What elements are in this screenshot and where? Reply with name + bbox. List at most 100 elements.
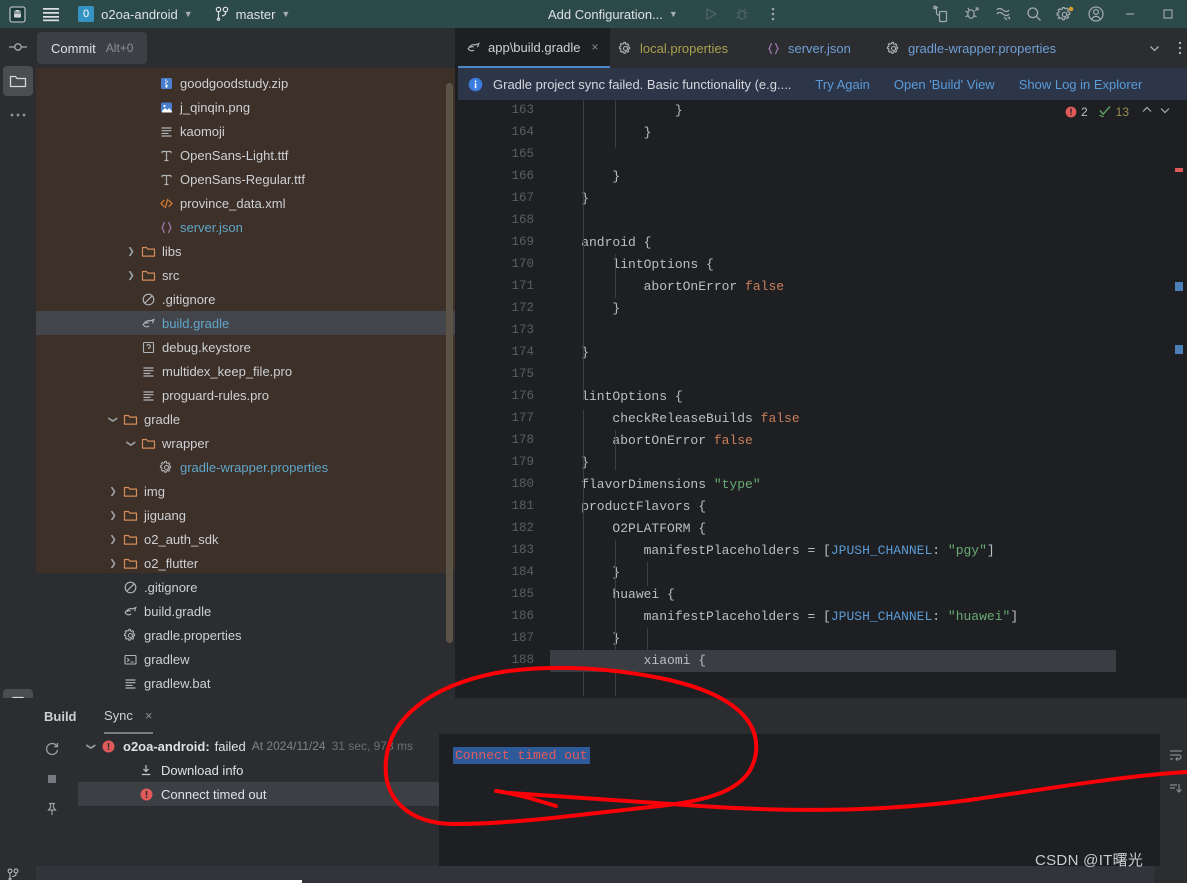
tree-item[interactable]: gradle.properties (36, 623, 458, 647)
info-icon (468, 77, 483, 92)
indent-guide (615, 540, 616, 696)
tree-item[interactable]: .gitignore (36, 287, 458, 311)
chevron-down-icon[interactable]: ❯ (126, 436, 137, 450)
soft-wrap-icon[interactable] (1160, 740, 1187, 770)
sync-tree-row[interactable]: Download info (78, 758, 439, 782)
user-account-icon[interactable] (1080, 0, 1111, 28)
tree-item[interactable]: kaomoji (36, 119, 458, 143)
show-log-in-explorer-link[interactable]: Show Log in Explorer (1019, 77, 1143, 92)
change-marker[interactable] (1175, 345, 1183, 354)
debug-bug-icon[interactable] (727, 0, 758, 28)
tree-item[interactable]: gradlew (36, 647, 458, 671)
sync-error-text: Connect timed out (453, 747, 590, 764)
chevron-down-icon[interactable]: ❯ (108, 412, 119, 426)
tree-item[interactable]: ❯ libs (36, 239, 458, 263)
chevron-right-icon[interactable]: ❯ (106, 558, 120, 569)
tree-item[interactable]: debug.keystore (36, 335, 458, 359)
inspection-status[interactable]: 2 13 (1065, 104, 1171, 119)
error-marker[interactable] (1175, 168, 1183, 172)
minimize-button[interactable] (1111, 0, 1149, 28)
close-icon[interactable]: × (592, 40, 599, 54)
run-configuration-selector[interactable]: Add Configuration... ▼ (548, 0, 789, 28)
tree-item[interactable]: ❯ wrapper (36, 431, 458, 455)
commit-button-label: Commit (51, 40, 96, 56)
code-line: manifestPlaceholders = [JPUSH_CHANNEL: "… (550, 606, 1019, 628)
tree-item[interactable]: ❯ jiguang (36, 503, 458, 527)
sync-tree-row[interactable]: ❯ o2oa-android: failed At 2024/11/24 31 sec,… (78, 734, 439, 758)
tree-item[interactable]: .gitignore (36, 575, 458, 599)
maximize-button[interactable] (1149, 0, 1187, 28)
profiler-icon[interactable] (956, 0, 987, 28)
close-icon[interactable]: × (145, 708, 153, 723)
tree-item[interactable]: ❯ o2_auth_sdk (36, 527, 458, 551)
search-icon[interactable] (1018, 0, 1049, 28)
tree-item[interactable]: build.gradle (36, 599, 458, 623)
editor-tab[interactable]: gradle-wrapper.properties (878, 28, 1082, 68)
chevron-right-icon[interactable]: ❯ (106, 486, 120, 497)
layout-inspector-icon[interactable] (987, 0, 1018, 28)
editor-tab[interactable]: app\build.gradle × (458, 28, 610, 68)
code-text: } (550, 169, 621, 184)
sync-detail-panel[interactable]: Connect timed out (440, 734, 1187, 866)
tree-item[interactable]: OpenSans-Light.ttf (36, 143, 458, 167)
run-play-icon[interactable] (696, 0, 727, 28)
tree-item[interactable]: ❯ o2_flutter (36, 551, 458, 573)
device-manager-icon[interactable] (925, 0, 956, 28)
tree-item-label: jiguang (144, 507, 186, 523)
tree-item[interactable]: proguard-rules.pro (36, 383, 458, 407)
rerun-icon[interactable] (36, 734, 68, 764)
code-text: O2PLATFORM { (550, 521, 707, 536)
tree-item[interactable]: gradlew.bat (36, 671, 458, 695)
tab-more-icon[interactable] (1178, 28, 1182, 68)
editor-tab[interactable]: local.properties (610, 28, 758, 68)
chevron-down-icon[interactable] (1159, 104, 1171, 119)
stop-icon[interactable] (36, 764, 68, 794)
editor-tab[interactable]: server.json (758, 28, 878, 68)
project-folder-icon[interactable] (3, 66, 33, 96)
chevron-right-icon[interactable]: ❯ (106, 534, 120, 545)
tree-item[interactable]: server.json (36, 215, 458, 239)
tree-item[interactable]: ❯ img (36, 479, 458, 503)
code-text: manifestPlaceholders = [ (550, 543, 831, 558)
project-file-tree[interactable]: goodgoodstudy.zip j_qinqin.png kaomoji Open… (36, 68, 458, 573)
chevron-down-icon[interactable]: ❯ (86, 739, 97, 753)
main-menu-button[interactable] (34, 0, 68, 28)
line-number: 177 (511, 411, 534, 425)
folder-icon (120, 556, 140, 571)
bottom-tool-tab[interactable]: Build (44, 698, 77, 734)
line-number: 182 (511, 521, 534, 535)
tree-item[interactable]: OpenSans-Regular.ttf (36, 167, 458, 191)
chevron-right-icon[interactable]: ❯ (124, 246, 138, 257)
sync-tree-row[interactable]: Connect timed out (78, 782, 439, 806)
bottom-tool-tab[interactable]: Sync × (104, 698, 153, 734)
scroll-to-end-icon[interactable] (1160, 774, 1187, 804)
project-tree-scrollbar[interactable] (446, 83, 453, 643)
more-vertical-icon[interactable] (758, 0, 789, 28)
tree-item[interactable]: gradle-wrapper.properties (36, 455, 458, 479)
project-file-tree-lower[interactable]: .gitignore build.gradle gradle.properties g… (36, 573, 458, 698)
sync-result-tree[interactable]: ❯ o2oa-android: failed At 2024/11/24 31 sec,… (78, 734, 439, 806)
tab-list-dropdown[interactable] (1148, 28, 1161, 68)
tree-item[interactable]: province_data.xml (36, 191, 458, 215)
tree-item[interactable]: j_qinqin.png (36, 95, 458, 119)
change-marker[interactable] (1175, 282, 1183, 291)
chevron-up-icon[interactable] (1141, 104, 1153, 119)
commit-button[interactable]: Commit Alt+0 (37, 32, 148, 64)
pin-icon[interactable] (36, 794, 68, 824)
chevron-right-icon[interactable]: ❯ (106, 510, 120, 521)
more-tools-icon[interactable] (3, 100, 33, 130)
project-selector[interactable]: 0 o2oa-android ▼ (78, 0, 193, 28)
open-build-view-link[interactable]: Open 'Build' View (894, 77, 995, 92)
branch-selector[interactable]: master ▼ (215, 0, 290, 28)
tree-item[interactable]: ❯ gradle (36, 407, 458, 431)
code-editor[interactable]: 2 13 163 164 165 166 167 168 169 170 171 172 173 17… (458, 100, 1187, 698)
font-file-icon (156, 148, 176, 163)
tree-item[interactable]: ❯ src (36, 263, 458, 287)
tree-item[interactable]: goodgoodstudy.zip (36, 71, 458, 95)
chevron-right-icon[interactable]: ❯ (124, 270, 138, 281)
tree-item[interactable]: multidex_keep_file.pro (36, 359, 458, 383)
tree-item[interactable]: build.gradle (36, 311, 458, 335)
try-again-link[interactable]: Try Again (815, 77, 869, 92)
settings-gear-icon[interactable] (1049, 0, 1080, 28)
commit-icon[interactable] (3, 32, 33, 62)
